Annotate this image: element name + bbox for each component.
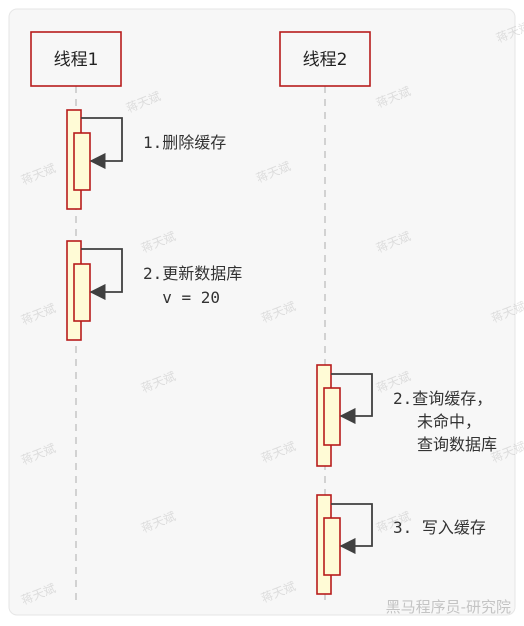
message-label: 1.删除缓存: [143, 133, 226, 152]
message-label: 未命中，: [417, 412, 481, 431]
activation-bar-inner: [323, 387, 341, 446]
sequence-diagram: 蒋天斌 蒋天斌 蒋天斌 蒋天斌 蒋天斌 蒋天斌 蒋天斌 蒋天斌 蒋天斌 蒋天斌 蒋天斌 蒋天斌 蒋天斌蒋…: [0, 0, 524, 626]
participant-p1[interactable]: 线程1: [30, 31, 122, 87]
message-label: 2.更新数据库: [143, 264, 242, 283]
footer-credit: 黑马程序员-研究院: [386, 598, 511, 616]
message-label: v = 20: [143, 288, 220, 307]
message-label: 2.查询缓存，: [393, 389, 492, 408]
participant-label: 线程2: [303, 50, 348, 70]
participant-p2[interactable]: 线程2: [279, 31, 371, 87]
message-label: 查询数据库: [417, 435, 497, 454]
diagram-canvas: 蒋天斌 蒋天斌蒋天斌蒋天斌 蒋天斌蒋天斌 蒋天斌蒋天斌 蒋天斌 蒋天斌蒋天斌 蒋天斌蒋天斌蒋…: [8, 8, 524, 616]
activation-bar-inner: [73, 263, 91, 322]
participant-label: 线程1: [54, 50, 99, 70]
activation-bar-inner: [323, 517, 341, 576]
activation-bar-inner: [73, 132, 91, 191]
message-label: 3. 写入缓存: [393, 518, 486, 537]
